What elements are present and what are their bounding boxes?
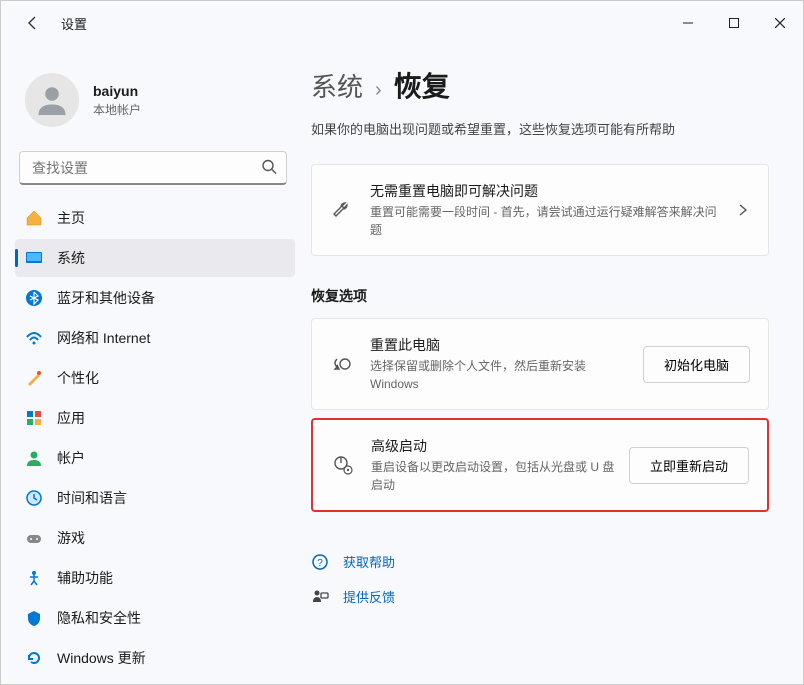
nav-label: 个性化: [57, 368, 99, 388]
page-subtitle: 如果你的电脑出现问题或希望重置，这些恢复选项可能有所帮助: [311, 119, 769, 138]
nav-label: 帐户: [57, 448, 85, 468]
help-icon: ?: [311, 553, 329, 571]
help-link[interactable]: 获取帮助: [343, 552, 395, 571]
card-text: 高级启动 重启设备以更改启动设置，包括从光盘或 U 盘启动: [371, 436, 617, 494]
avatar: [25, 73, 79, 127]
back-icon: [25, 15, 41, 31]
account-name: baiyun: [93, 83, 141, 99]
nav-label: Windows 更新: [57, 648, 146, 668]
system-icon: [25, 249, 43, 267]
accounts-icon: [25, 449, 43, 467]
nav-item-personalize[interactable]: 个性化: [15, 359, 295, 397]
nav-item-apps[interactable]: 应用: [15, 399, 295, 437]
nav-item-accessibility[interactable]: 辅助功能: [15, 559, 295, 597]
account-type: 本地帐户: [93, 101, 141, 118]
feedback-link[interactable]: 提供反馈: [343, 587, 395, 606]
nav-label: 主页: [57, 208, 85, 228]
breadcrumb-sep: ›: [375, 79, 382, 102]
help-link-row: ? 获取帮助: [311, 544, 769, 579]
home-icon: [25, 209, 43, 227]
restart-now-button[interactable]: 立即重新启动: [629, 447, 749, 484]
window-controls: [665, 1, 803, 45]
gaming-icon: [25, 529, 43, 547]
chevron-right-icon: [736, 203, 750, 217]
main-content: 系统 › 恢复 如果你的电脑出现问题或希望重置，这些恢复选项可能有所帮助 无需重…: [301, 45, 803, 684]
advanced-desc: 重启设备以更改启动设置，包括从光盘或 U 盘启动: [371, 458, 617, 494]
minimize-button[interactable]: [665, 1, 711, 45]
nav-item-time[interactable]: 时间和语言: [15, 479, 295, 517]
nav-label: 隐私和安全性: [57, 608, 141, 628]
reset-desc: 选择保留或删除个人文件，然后重新安装 Windows: [370, 357, 631, 393]
search-wrap: [19, 151, 287, 185]
accessibility-icon: [25, 569, 43, 587]
troubleshoot-desc: 重置可能需要一段时间 - 首先，请尝试通过运行疑难解答来解决问题: [370, 203, 724, 239]
nav-item-privacy[interactable]: 隐私和安全性: [15, 599, 295, 637]
maximize-button[interactable]: [711, 1, 757, 45]
close-icon: [775, 18, 785, 28]
nav-item-home[interactable]: 主页: [15, 199, 295, 237]
nav-label: 网络和 Internet: [57, 328, 150, 348]
power-gear-icon: [331, 453, 355, 477]
reset-icon: [330, 352, 354, 376]
search-input[interactable]: [19, 151, 287, 185]
maximize-icon: [729, 18, 739, 28]
sidebar: baiyun 本地帐户 主页 系统: [1, 45, 301, 684]
close-button[interactable]: [757, 1, 803, 45]
reset-pc-button[interactable]: 初始化电脑: [643, 346, 750, 383]
card-action: 立即重新启动: [629, 447, 749, 484]
breadcrumb: 系统 › 恢复: [311, 65, 769, 105]
bluetooth-icon: [25, 289, 43, 307]
settings-window: 设置 baiyun 本地帐户: [0, 0, 804, 685]
troubleshoot-title: 无需重置电脑即可解决问题: [370, 181, 724, 201]
nav-label: 游戏: [57, 528, 85, 548]
person-icon: [34, 82, 70, 118]
nav-item-system[interactable]: 系统: [15, 239, 295, 277]
advanced-title: 高级启动: [371, 436, 617, 456]
account-block[interactable]: baiyun 本地帐户: [15, 45, 301, 147]
personalize-icon: [25, 369, 43, 387]
window-title: 设置: [61, 14, 87, 33]
nav-label: 蓝牙和其他设备: [57, 288, 155, 308]
nav-item-gaming[interactable]: 游戏: [15, 519, 295, 557]
network-icon: [25, 329, 43, 347]
card-text: 重置此电脑 选择保留或删除个人文件，然后重新安装 Windows: [370, 335, 631, 393]
minimize-icon: [683, 18, 693, 28]
wrench-icon: [330, 198, 354, 222]
nav-item-bluetooth[interactable]: 蓝牙和其他设备: [15, 279, 295, 317]
card-text: 无需重置电脑即可解决问题 重置可能需要一段时间 - 首先，请尝试通过运行疑难解答…: [370, 181, 724, 239]
nav-label: 辅助功能: [57, 568, 113, 588]
nav-label: 时间和语言: [57, 488, 127, 508]
advanced-startup-card: 高级启动 重启设备以更改启动设置，包括从光盘或 U 盘启动 立即重新启动: [311, 418, 769, 512]
update-icon: [25, 649, 43, 667]
titlebar: 设置: [1, 1, 803, 45]
body: baiyun 本地帐户 主页 系统: [1, 45, 803, 684]
nav-label: 应用: [57, 408, 85, 428]
reset-pc-card: 重置此电脑 选择保留或删除个人文件，然后重新安装 Windows 初始化电脑: [311, 318, 769, 410]
time-icon: [25, 489, 43, 507]
nav-label: 系统: [57, 248, 85, 268]
nav-item-update[interactable]: Windows 更新: [15, 639, 295, 677]
feedback-link-row: 提供反馈: [311, 579, 769, 614]
nav-item-network[interactable]: 网络和 Internet: [15, 319, 295, 357]
privacy-icon: [25, 609, 43, 627]
reset-title: 重置此电脑: [370, 335, 631, 355]
troubleshoot-card[interactable]: 无需重置电脑即可解决问题 重置可能需要一段时间 - 首先，请尝试通过运行疑难解答…: [311, 164, 769, 256]
feedback-icon: [311, 588, 329, 606]
breadcrumb-current: 恢复: [394, 65, 450, 105]
breadcrumb-parent[interactable]: 系统: [311, 67, 363, 104]
nav-item-accounts[interactable]: 帐户: [15, 439, 295, 477]
back-button[interactable]: [21, 11, 45, 35]
apps-icon: [25, 409, 43, 427]
svg-text:?: ?: [317, 558, 323, 569]
nav: 主页 系统 蓝牙和其他设备 网络和 Internet 个性化: [15, 199, 301, 684]
card-action: 初始化电脑: [643, 346, 750, 383]
recovery-section-title: 恢复选项: [311, 286, 769, 306]
account-text: baiyun 本地帐户: [93, 83, 141, 118]
